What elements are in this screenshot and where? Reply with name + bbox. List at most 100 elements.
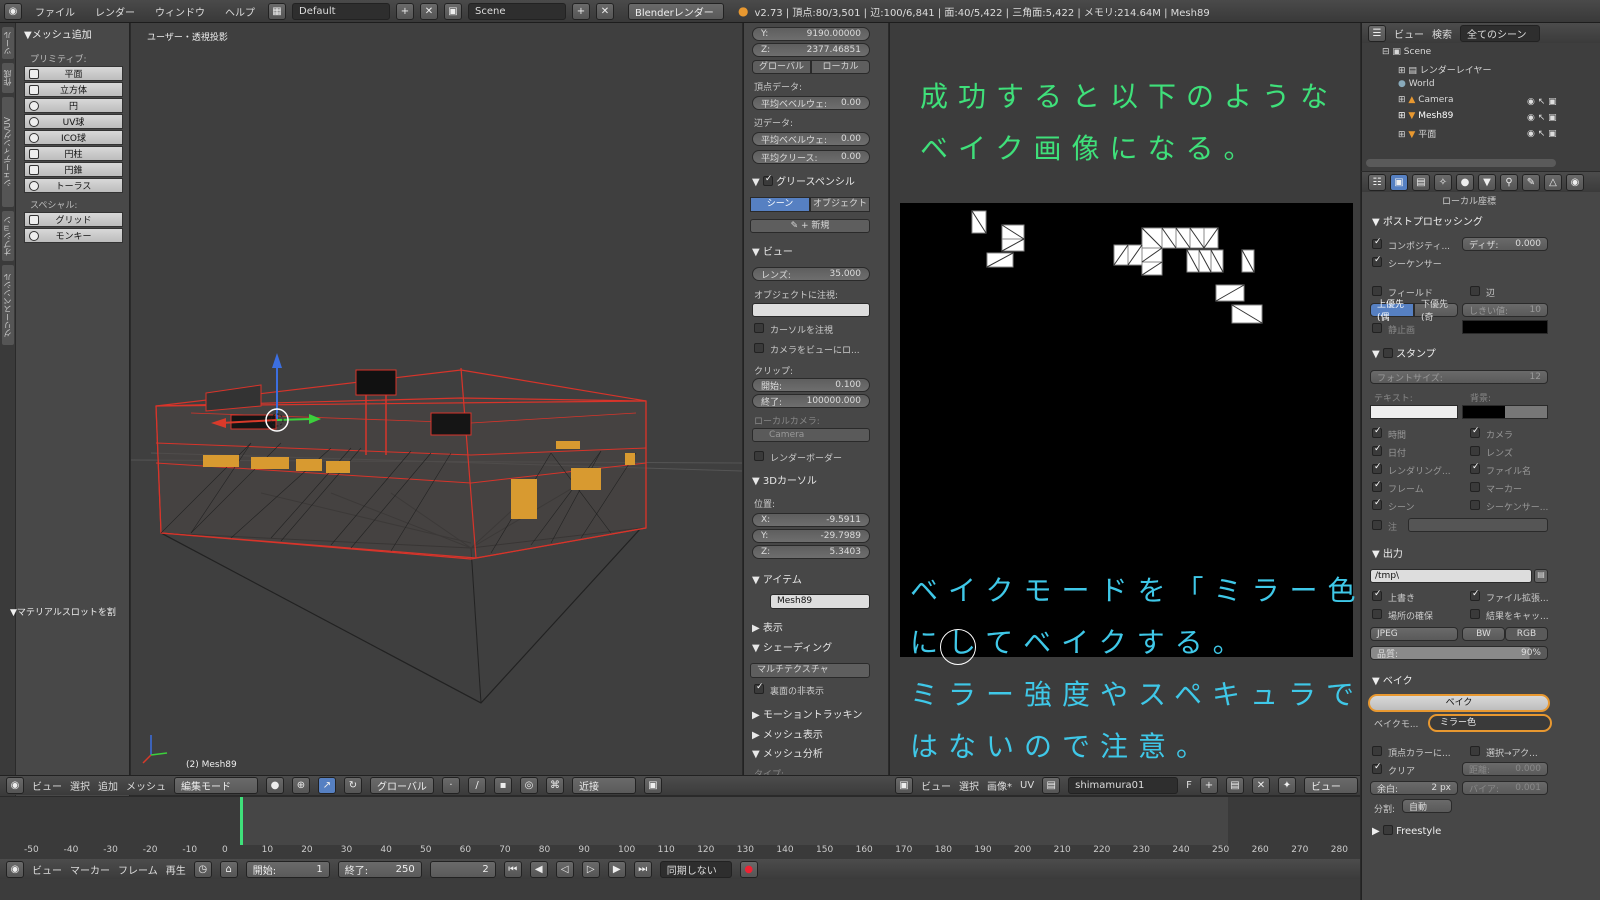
editor-type-icon[interactable]: ◉	[6, 777, 24, 794]
3d-cursor-header[interactable]: ▼ 3Dカーソル	[752, 472, 817, 487]
bake-vertex-color-checkbox[interactable]	[1372, 746, 1382, 756]
file-extension-checkbox[interactable]	[1470, 589, 1480, 601]
tab-tools[interactable]: ツール	[2, 27, 14, 59]
stamp-scene-checkbox[interactable]	[1372, 498, 1382, 510]
add-cylinder-button[interactable]: 円柱	[24, 146, 123, 161]
add-layout-icon[interactable]: +	[396, 2, 414, 20]
lock-camera-checkbox[interactable]	[754, 343, 764, 353]
outliner-item-render-layers[interactable]: ⊞ ▤ レンダーレイヤー	[1398, 63, 1492, 76]
fake-user-toggle[interactable]: F	[1186, 780, 1192, 791]
cursor-z-field[interactable]: Z: 5.3403	[752, 545, 870, 559]
stamp-checkbox[interactable]	[1382, 348, 1393, 358]
remove-layout-icon[interactable]: ✕	[420, 2, 438, 20]
rotate-manipulator-icon[interactable]: ↻	[344, 777, 362, 794]
viewport-shading-icon[interactable]: ●	[266, 777, 284, 794]
lock-range-icon[interactable]: ⌂	[219, 860, 238, 878]
stamp-sequencer-checkbox[interactable]	[1470, 500, 1480, 510]
stamp-note-field[interactable]	[1408, 518, 1548, 532]
display-filter-selector[interactable]: 全てのシーン	[1460, 24, 1540, 42]
compositing-checkbox[interactable]	[1372, 237, 1382, 249]
stamp-filename-checkbox[interactable]	[1470, 462, 1480, 474]
sequencer-checkbox[interactable]	[1372, 255, 1382, 267]
outliner-item-camera[interactable]: ⊞ ▲ Camera	[1398, 95, 1454, 105]
proportional-edit-icon[interactable]: ◎	[520, 777, 538, 794]
add-torus-button[interactable]: トーラス	[24, 178, 123, 193]
uv-image-editor[interactable]: 成功すると以下のような ベイク画像になる。 ベイクモードを「ミラー色」 にしてベ…	[889, 23, 1360, 775]
selected-to-active-checkbox[interactable]	[1470, 746, 1480, 756]
editor-type-icon[interactable]: ◉	[6, 860, 24, 878]
grease-pencil-checkbox[interactable]	[762, 174, 773, 186]
display-header[interactable]: ▶ 表示	[752, 619, 783, 634]
layout-grid-icon[interactable]: ▦	[268, 2, 286, 20]
snap-icon[interactable]: ⌘	[546, 777, 564, 794]
scene-selector[interactable]: Scene	[468, 2, 566, 20]
face-select-icon[interactable]: ▪	[494, 777, 512, 794]
material-slot-header[interactable]: ▼マテリアルスロットを割	[10, 605, 116, 618]
grease-pencil-header[interactable]: ▼ グリースペンシル	[752, 173, 855, 188]
item-name-field[interactable]: Mesh89	[770, 594, 870, 609]
modifiers-tab-icon[interactable]: ✎	[1522, 173, 1540, 191]
menu-search[interactable]: 検索	[1432, 26, 1452, 41]
stamp-bg-color[interactable]	[1462, 405, 1548, 419]
object-tab-icon[interactable]: ▼	[1478, 173, 1496, 191]
output-header[interactable]: ▼ 出力	[1372, 545, 1403, 560]
edge-checkbox[interactable]	[1470, 286, 1480, 296]
view-header[interactable]: ▼ ビュー	[752, 243, 793, 258]
editor-type-icon[interactable]: ◉	[4, 2, 22, 20]
output-path-field[interactable]: /tmp\	[1370, 569, 1532, 583]
pivot-point-icon[interactable]: ⊕	[292, 777, 310, 794]
lens-field[interactable]: レンズ: 35.000	[752, 267, 870, 281]
menu-help[interactable]: ヘルプ	[218, 4, 262, 19]
outliner-item-scene[interactable]: ⊟ ▣ Scene	[1382, 47, 1431, 57]
menu-view[interactable]: ビュー	[921, 778, 951, 793]
world-tab-icon[interactable]: ●	[1456, 173, 1474, 191]
cursor-y-field[interactable]: Y: -29.7989	[752, 529, 870, 543]
add-uv-sphere-button[interactable]: UV球	[24, 114, 123, 129]
lock-cursor-checkbox[interactable]	[754, 323, 764, 333]
next-key-icon[interactable]: ▶	[607, 860, 626, 878]
mesh-analysis-header[interactable]: ▼ メッシュ分析	[752, 745, 823, 760]
manipulator-icon[interactable]: ↗	[318, 777, 336, 794]
menu-select[interactable]: 選択	[70, 778, 90, 793]
play-icon[interactable]: ▷	[581, 860, 600, 878]
upper-field-first-button[interactable]: 上優先(偶	[1370, 300, 1414, 323]
edge-crease-field[interactable]: 平均クリース: 0.00	[752, 150, 870, 164]
outliner-item-mesh89[interactable]: ⊞ ▼ Mesh89	[1398, 111, 1453, 121]
new-grease-button[interactable]: ✎ + 新規	[750, 219, 870, 233]
edge-select-icon[interactable]: /	[468, 777, 486, 794]
clip-end-field[interactable]: 終了: 100000.000	[752, 394, 870, 408]
editor-type-icon[interactable]: ☷	[1368, 173, 1386, 191]
add-cone-button[interactable]: 円錐	[24, 162, 123, 177]
vertex-select-icon[interactable]: ·	[442, 777, 460, 794]
visibility-eye-icon[interactable]: ◉ ↖ ▣	[1527, 97, 1557, 107]
font-size-field[interactable]: フォントサイズ: 12	[1370, 370, 1548, 384]
shading-mode-selector[interactable]: マルチテクスチャ	[750, 663, 870, 678]
3d-viewport[interactable]: ユーザー・透視投影 (2) Mesh89	[131, 23, 742, 775]
menu-render[interactable]: レンダー	[88, 4, 142, 19]
split-selector[interactable]: 自動	[1402, 799, 1452, 813]
tab-create[interactable]: 作成	[2, 63, 14, 93]
mode-selector[interactable]: 編集モード	[174, 777, 258, 794]
stamp-lens-checkbox[interactable]	[1470, 446, 1480, 456]
editor-type-icon[interactable]: ▣	[895, 777, 913, 794]
distance-field[interactable]: 距離: 0.000	[1462, 762, 1548, 776]
stamp-render-checkbox[interactable]	[1372, 462, 1382, 474]
global-button[interactable]: グローバル	[752, 60, 811, 74]
visibility-eye-icon[interactable]: ◉ ↖ ▣	[1527, 129, 1557, 139]
menu-marker[interactable]: マーカー	[70, 862, 110, 877]
image-browse-icon[interactable]: ▤	[1042, 777, 1061, 794]
outliner-item-plane[interactable]: ⊞ ▼ 平面	[1398, 127, 1436, 140]
stamp-date-checkbox[interactable]	[1372, 444, 1382, 456]
dither-field[interactable]: ディザ: 0.000	[1462, 237, 1548, 251]
unlink-image-icon[interactable]: ✕	[1251, 777, 1270, 794]
scene-tab-icon[interactable]: ✧	[1434, 173, 1452, 191]
render-icon[interactable]: ▣	[644, 777, 662, 794]
jump-start-icon[interactable]: ⏮	[503, 860, 522, 878]
stamp-time-checkbox[interactable]	[1372, 426, 1382, 438]
stamp-frame-checkbox[interactable]	[1372, 480, 1382, 492]
z-location-field[interactable]: Z: 2377.46851	[752, 43, 870, 57]
y-location-field[interactable]: Y: 9190.00000	[752, 27, 870, 41]
add-ico-sphere-button[interactable]: ICO球	[24, 130, 123, 145]
outliner-scrollbar[interactable]	[1366, 159, 1556, 167]
rgb-button[interactable]: RGB	[1505, 627, 1548, 641]
